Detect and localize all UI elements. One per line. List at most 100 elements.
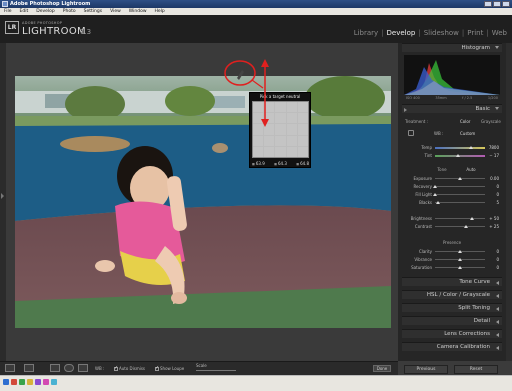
clarity-slider[interactable] <box>435 250 485 253</box>
minimize-button[interactable] <box>484 1 492 7</box>
taskbar-app-icon[interactable] <box>27 379 33 385</box>
temp-slider[interactable] <box>435 146 485 149</box>
maximize-button[interactable] <box>493 1 501 7</box>
module-develop[interactable]: Develop <box>387 29 416 37</box>
menu-develop[interactable]: Develop <box>36 8 55 15</box>
exposure-slider-thumb[interactable] <box>458 177 462 180</box>
menu-photo[interactable]: Photo <box>63 8 76 15</box>
contrast-value[interactable]: + 25 <box>489 224 499 229</box>
done-button[interactable]: Done <box>373 365 391 372</box>
vibrance-slider-thumb[interactable] <box>458 258 462 261</box>
crop-tool-icon[interactable] <box>50 364 60 372</box>
wb-preset-select[interactable]: Custom <box>460 131 475 136</box>
module-slideshow[interactable]: Slideshow <box>424 29 459 37</box>
auto-tone-button[interactable]: Auto <box>461 167 481 172</box>
expand-left-panel-icon[interactable] <box>1 193 4 199</box>
saturation-value[interactable]: 0 <box>496 265 499 270</box>
loupe-cell <box>253 135 264 146</box>
basic-panel-switch-icon[interactable] <box>404 108 407 112</box>
before-after-icon[interactable] <box>24 364 34 372</box>
saturation-slider-thumb[interactable] <box>458 266 462 269</box>
focal-length: 35mm <box>435 96 447 100</box>
exposure-slider[interactable] <box>435 177 485 180</box>
blacks-value[interactable]: 5 <box>496 200 499 205</box>
loupe-rgb-readout: 63.9 64.3 64.8 <box>252 161 309 166</box>
photo-preview[interactable] <box>15 76 391 328</box>
taskbar-app-icon[interactable] <box>11 379 17 385</box>
tone-curve-panel-header[interactable]: Tone Curve <box>402 277 502 286</box>
vibrance-slider[interactable] <box>435 258 485 261</box>
wb-eyedropper-icon[interactable] <box>408 130 414 136</box>
menu-file[interactable]: File <box>4 8 12 15</box>
detail-panel-header[interactable]: Detail <box>402 316 502 325</box>
taskbar-app-icon[interactable] <box>51 379 57 385</box>
brightness-slider-thumb[interactable] <box>470 217 474 220</box>
fill-light-slider-thumb[interactable] <box>433 193 437 196</box>
checkbox-checked-icon[interactable] <box>155 365 159 372</box>
red-eye-tool-icon[interactable] <box>64 364 74 372</box>
treatment-color-option[interactable]: Color <box>460 119 470 124</box>
fill-light-value[interactable]: 0 <box>496 192 499 197</box>
auto-dismiss-checkbox[interactable]: Auto Dismiss <box>114 365 145 372</box>
taskbar-app-icon[interactable] <box>43 379 49 385</box>
hsl-panel-header[interactable]: HSL / Color / Grayscale <box>402 290 502 299</box>
menu-help[interactable]: Help <box>155 8 165 15</box>
close-button[interactable] <box>502 1 510 7</box>
saturation-slider[interactable] <box>435 266 485 269</box>
tint-value[interactable]: − 17 <box>489 153 499 158</box>
basic-panel-header[interactable]: Basic <box>402 104 502 113</box>
show-loupe-label: Show Loupe <box>160 366 185 371</box>
wb-selector-icon[interactable] <box>78 364 88 372</box>
contrast-slider[interactable] <box>435 225 485 228</box>
loupe-cell <box>297 146 308 157</box>
brightness-slider[interactable] <box>435 217 485 220</box>
loupe-view-icon[interactable] <box>5 364 15 372</box>
treatment-grayscale-option[interactable]: Grayscale <box>481 119 501 124</box>
expand-triangle-icon <box>496 281 499 285</box>
camera-calibration-panel-header[interactable]: Camera Calibration <box>402 342 502 351</box>
start-icon[interactable] <box>3 379 9 385</box>
module-web[interactable]: Web <box>492 29 507 37</box>
loupe-cell <box>297 135 308 146</box>
tint-slider-thumb[interactable] <box>456 154 460 157</box>
checkbox-checked-icon[interactable] <box>114 365 118 372</box>
previous-button[interactable]: Previous <box>404 365 448 374</box>
taskbar-app-icon[interactable] <box>19 379 25 385</box>
fill-light-slider-row: Fill Light 0 <box>402 192 502 198</box>
menu-view[interactable]: View <box>110 8 121 15</box>
left-panel-collapsed[interactable] <box>0 43 6 361</box>
split-toning-panel-header[interactable]: Split Toning <box>402 303 502 312</box>
exposure-value[interactable]: 0.00 <box>490 176 499 181</box>
scale-slider[interactable] <box>196 370 236 371</box>
temp-slider-thumb[interactable] <box>469 146 473 149</box>
recovery-value[interactable]: 0 <box>496 184 499 189</box>
camera-calibration-title: Camera Calibration <box>436 344 490 350</box>
loupe-cell <box>286 135 297 146</box>
lens-corrections-panel-header[interactable]: Lens Corrections <box>402 329 502 338</box>
menu-settings[interactable]: Settings <box>84 8 102 15</box>
blacks-slider-thumb[interactable] <box>436 201 440 204</box>
brightness-value[interactable]: + 50 <box>489 216 499 221</box>
module-print[interactable]: Print <box>467 29 483 37</box>
blacks-slider[interactable] <box>435 201 485 204</box>
menu-window[interactable]: Window <box>129 8 147 15</box>
tint-slider-row: Tint − 17 <box>402 153 502 159</box>
taskbar-app-icon[interactable] <box>35 379 41 385</box>
loupe-cell <box>297 113 308 124</box>
reset-button[interactable]: Reset <box>454 365 498 374</box>
clarity-value[interactable]: 0 <box>496 249 499 254</box>
right-panel-edge[interactable] <box>506 43 512 361</box>
temp-value[interactable]: 7800 <box>489 145 499 150</box>
fill-light-slider[interactable] <box>433 193 485 196</box>
show-loupe-checkbox[interactable]: Show Loupe <box>155 365 184 372</box>
clarity-slider-thumb[interactable] <box>458 250 462 253</box>
recovery-slider[interactable] <box>433 185 485 188</box>
split-toning-title: Split Toning <box>458 305 490 311</box>
histogram-panel-header[interactable]: Histogram <box>402 43 502 52</box>
module-library[interactable]: Library <box>354 29 378 37</box>
tint-slider[interactable] <box>435 154 485 157</box>
contrast-slider-thumb[interactable] <box>464 225 468 228</box>
vibrance-value[interactable]: 0 <box>496 257 499 262</box>
recovery-slider-thumb[interactable] <box>433 185 437 188</box>
menu-edit[interactable]: Edit <box>20 8 29 15</box>
